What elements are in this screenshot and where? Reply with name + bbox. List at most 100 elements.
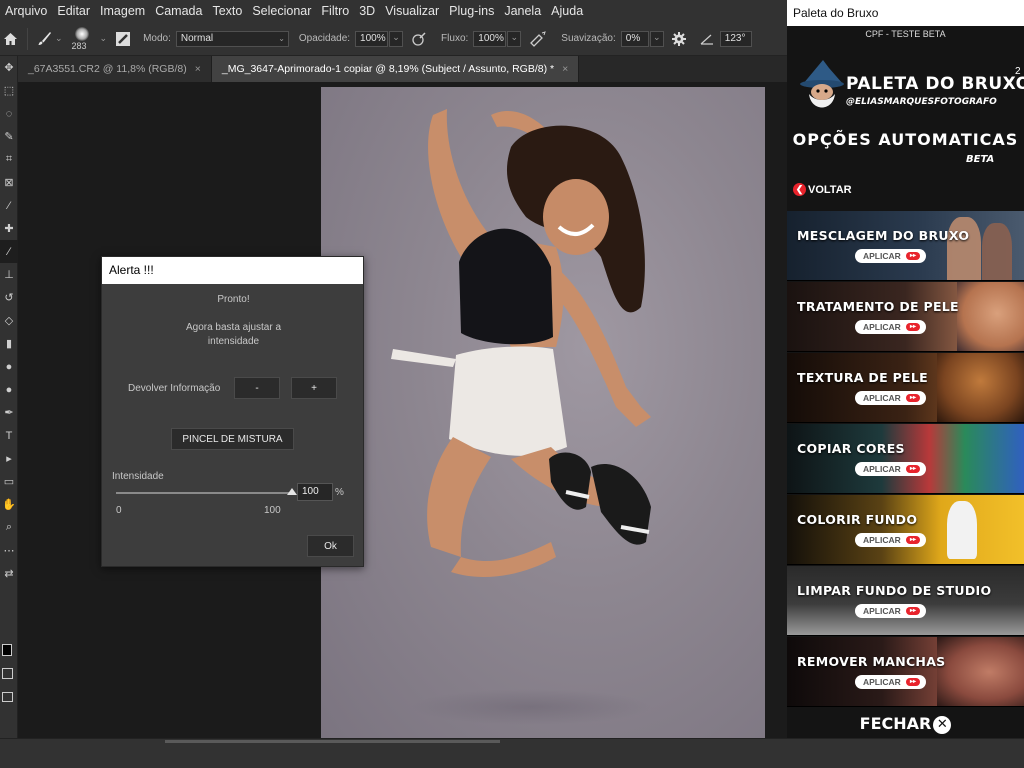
chevron-down-icon[interactable]: ⌄ [55, 33, 63, 44]
apply-button[interactable]: APLICAR ▸▸ [855, 391, 926, 405]
document-canvas[interactable] [321, 87, 765, 738]
screen-mode-icon[interactable] [2, 692, 13, 702]
intensity-input[interactable]: 100 [297, 483, 333, 501]
menu-ajuda[interactable]: Ajuda [546, 0, 588, 22]
banner-copiar-cores[interactable]: COPIAR CORES APLICAR ▸▸ [787, 424, 1024, 494]
history-brush-tool-icon[interactable]: ↺ [0, 286, 18, 309]
menu-imagem[interactable]: Imagem [95, 0, 150, 22]
flow-input[interactable]: 100% [473, 30, 507, 47]
close-icon[interactable]: × [195, 63, 201, 75]
brush-size-value: 283 [71, 40, 87, 51]
banner-title: TRATAMENTO DE PELE [797, 299, 959, 314]
chevron-down-icon[interactable]: ⌄ [389, 30, 404, 47]
apply-button[interactable]: APLICAR ▸▸ [855, 604, 926, 618]
menu-selecionar[interactable]: Selecionar [247, 0, 316, 22]
angle-input[interactable]: 123° [719, 30, 752, 47]
zoom-tool-icon[interactable]: ⌕ [0, 516, 18, 539]
photo-thumbnail [947, 501, 977, 559]
banner-title: REMOVER MANCHAS [797, 654, 946, 669]
hand-tool-icon[interactable]: ✋ [0, 493, 18, 516]
menu-editar[interactable]: Editar [52, 0, 95, 22]
eraser-tool-icon[interactable]: ◇ [0, 309, 18, 332]
intensity-slider-thumb[interactable] [287, 488, 297, 495]
banner-title: MESCLAGEM DO BRUXO [797, 228, 970, 243]
menu-visualizar[interactable]: Visualizar [380, 0, 444, 22]
intensity-slider[interactable] [116, 492, 291, 494]
foreground-color-swatch[interactable] [2, 644, 12, 656]
menu-texto[interactable]: Texto [207, 0, 247, 22]
more-tools-icon[interactable]: ⋯ [0, 539, 18, 562]
apply-button[interactable]: APLICAR ▸▸ [855, 533, 926, 547]
apply-button[interactable]: APLICAR ▸▸ [855, 249, 926, 263]
airbrush-icon[interactable] [529, 30, 547, 47]
frame-tool-icon[interactable]: ⊠ [0, 171, 18, 194]
back-button[interactable]: ❮ VOLTAR [793, 183, 852, 196]
apply-button[interactable]: APLICAR ▸▸ [855, 320, 926, 334]
gradient-tool-icon[interactable]: ▮ [0, 332, 18, 355]
marquee-tool-icon[interactable]: ⬚ [0, 79, 18, 102]
blur-tool-icon[interactable]: ● [0, 355, 18, 378]
banner-tratamento-pele[interactable]: TRATAMENTO DE PELE APLICAR ▸▸ [787, 282, 1024, 352]
crop-tool-icon[interactable]: ⌗ [0, 148, 18, 171]
photo-thumbnail [982, 223, 1012, 280]
banner-limpar-fundo[interactable]: LIMPAR FUNDO DE STUDIO APLICAR ▸▸ [787, 566, 1024, 636]
quick-mask-icon[interactable] [2, 668, 13, 679]
banner-textura-pele[interactable]: TEXTURA DE PELE APLICAR ▸▸ [787, 353, 1024, 423]
tab-label: _MG_3647-Aprimorado-1 copiar @ 8,19% (Su… [221, 63, 555, 75]
tab-document-1[interactable]: _67A3551.CR2 @ 11,8% (RGB/8) × [18, 56, 212, 82]
quick-select-tool-icon[interactable]: ✎ [0, 125, 18, 148]
menu-janela[interactable]: Janela [499, 0, 546, 22]
healing-tool-icon[interactable]: ✚ [0, 217, 18, 240]
ok-button[interactable]: Ok [307, 535, 354, 557]
increase-button[interactable]: + [291, 377, 337, 399]
chevron-down-icon[interactable]: ⌄ [507, 30, 522, 47]
brand-version: 2 [1015, 66, 1021, 77]
banner-colorir-fundo[interactable]: COLORIR FUNDO APLICAR ▸▸ [787, 495, 1024, 565]
alert-dialog: Alerta !!! Pronto! Agora basta ajustar a… [101, 256, 364, 567]
brush-tool-icon[interactable]: ∕ [0, 240, 18, 263]
menu-arquivo[interactable]: Arquivo [0, 0, 52, 22]
tab-document-2[interactable]: _MG_3647-Aprimorado-1 copiar @ 8,19% (Su… [211, 56, 580, 82]
menu-3d[interactable]: 3D [354, 0, 380, 22]
move-tool-icon[interactable]: ✥ [0, 56, 18, 79]
mixer-brush-button[interactable]: PINCEL DE MISTURA [171, 428, 294, 450]
eyedropper-tool-icon[interactable]: ⁄ [0, 194, 18, 217]
arrow-right-icon: ▸▸ [906, 323, 920, 331]
path-select-tool-icon[interactable]: ▸ [0, 447, 18, 470]
brush-preset-picker[interactable]: 283 [71, 25, 93, 53]
banner-title: TEXTURA DE PELE [797, 370, 929, 385]
apply-button[interactable]: APLICAR ▸▸ [855, 675, 926, 689]
home-icon[interactable] [1, 32, 19, 45]
type-tool-icon[interactable]: T [0, 424, 18, 447]
shape-tool-icon[interactable]: ▭ [0, 470, 18, 493]
brand-name: PALETA DO BRUXO [846, 74, 1024, 94]
dodge-tool-icon[interactable]: ● [0, 378, 18, 401]
banner-mesclagem[interactable]: MESCLAGEM DO BRUXO APLICAR ▸▸ [787, 211, 1024, 281]
apply-label: APLICAR [863, 677, 901, 687]
menu-filtro[interactable]: Filtro [316, 0, 354, 22]
chevron-down-icon[interactable]: ⌄ [649, 30, 664, 47]
angle-icon [700, 33, 714, 45]
banner-remover-manchas[interactable]: REMOVER MANCHAS APLICAR ▸▸ [787, 637, 1024, 707]
wizard-logo-icon [800, 60, 844, 108]
close-icon[interactable]: × [562, 63, 568, 75]
horizontal-scrollbar[interactable] [165, 740, 500, 743]
apply-button[interactable]: APLICAR ▸▸ [855, 462, 926, 476]
lasso-tool-icon[interactable]: ◌ [0, 102, 18, 125]
gear-icon[interactable] [671, 31, 686, 46]
brush-settings-icon[interactable] [115, 31, 131, 47]
chevron-down-icon[interactable]: ⌄ [100, 33, 108, 44]
menu-camada[interactable]: Camada [150, 0, 207, 22]
clone-stamp-tool-icon[interactable]: ⊥ [0, 263, 18, 286]
swap-colors-icon[interactable]: ⇄ [0, 562, 18, 585]
mode-select[interactable]: Normal ⌄ [175, 30, 289, 47]
decrease-button[interactable]: - [234, 377, 280, 399]
brush-tool-icon[interactable] [36, 31, 52, 47]
opacity-input[interactable]: 100% [355, 30, 389, 47]
menu-plugins[interactable]: Plug-ins [444, 0, 499, 22]
smoothing-input[interactable]: 0% [620, 30, 649, 47]
pressure-opacity-icon[interactable] [411, 31, 427, 47]
close-panel-button[interactable]: FECHAR ✕ [787, 710, 1024, 738]
pen-tool-icon[interactable]: ✒ [0, 401, 18, 424]
slider-max-label: 100 [264, 505, 281, 516]
